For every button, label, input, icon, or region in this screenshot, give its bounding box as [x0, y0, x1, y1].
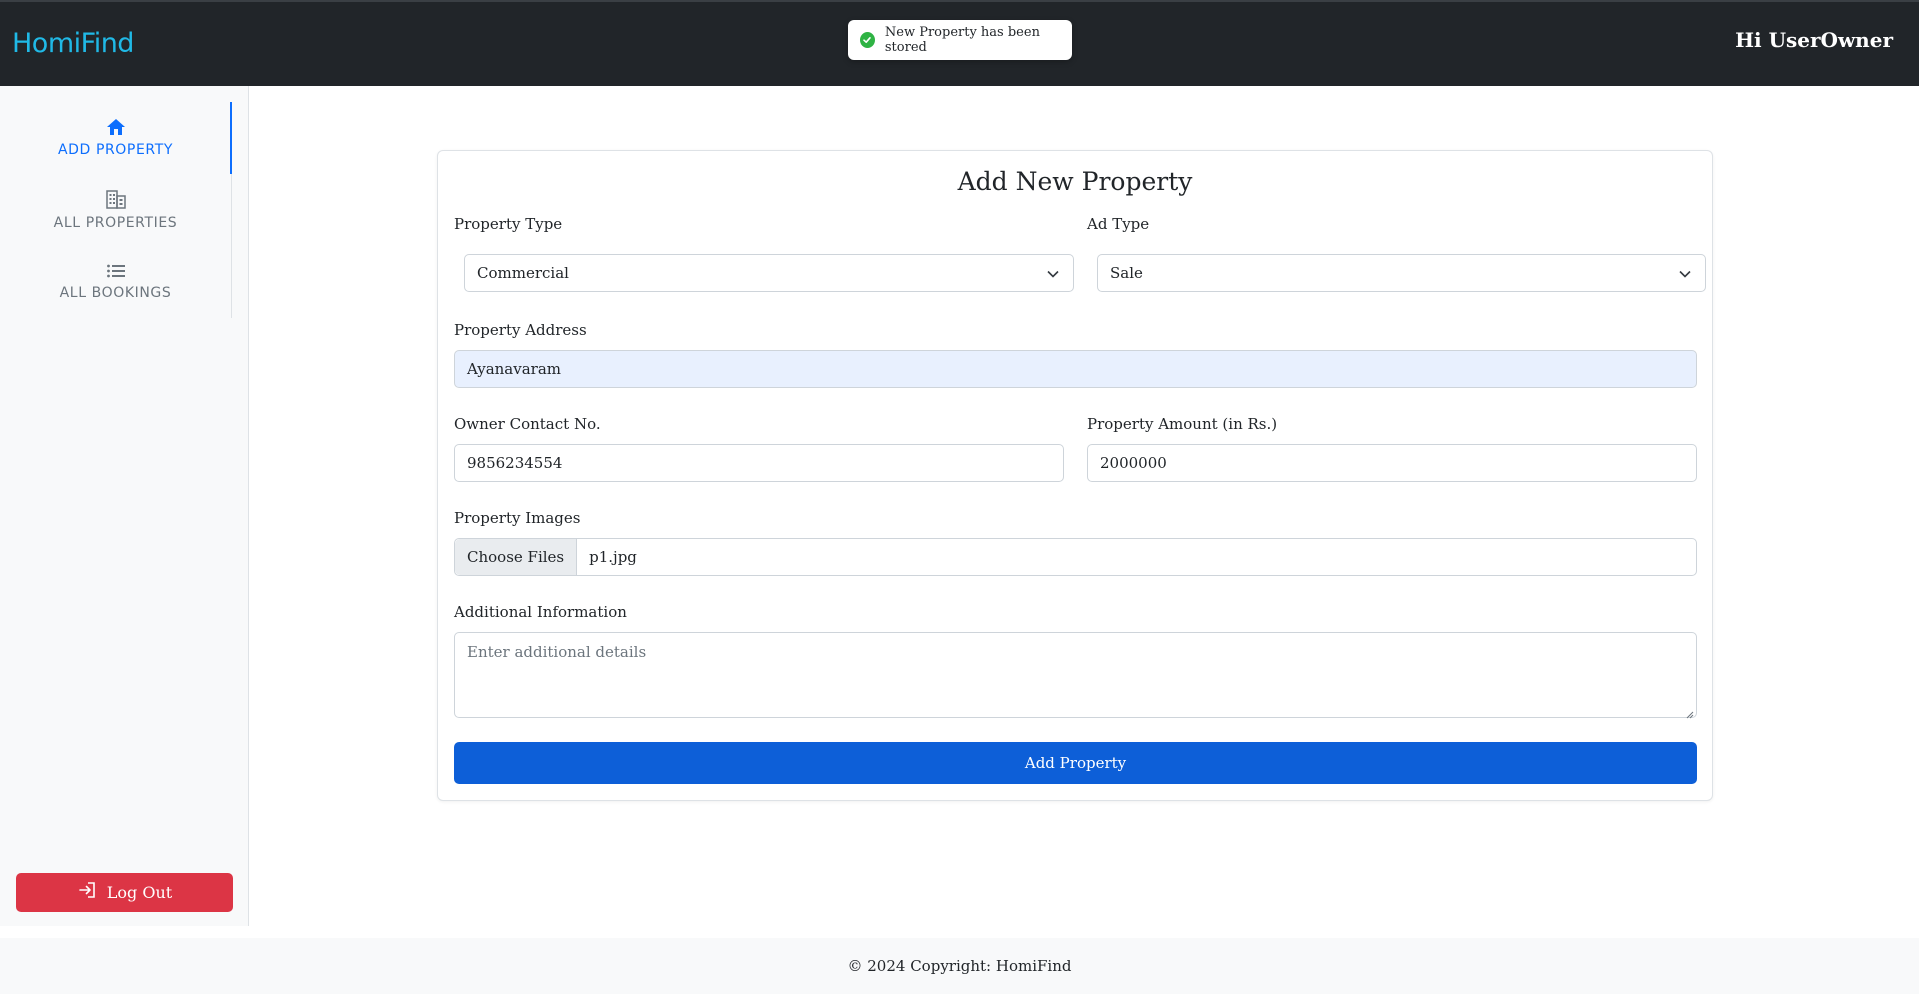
sidebar-item-add-property[interactable]: ADD PROPERTY [0, 102, 232, 174]
add-property-form: Add New Property Property Type Commercia… [437, 150, 1713, 801]
additional-info-textarea[interactable]: Enter additional details [454, 632, 1697, 719]
property-type-select[interactable]: Commercial [464, 254, 1074, 292]
add-property-button[interactable]: Add Property [454, 742, 1697, 784]
user-greeting: Hi UserOwner [1735, 28, 1893, 52]
property-images-input[interactable]: Choose Files p1.jpg [454, 538, 1697, 576]
chevron-down-icon [1047, 264, 1059, 282]
choose-files-button[interactable]: Choose Files [455, 539, 578, 575]
copyright-text: © 2024 Copyright: HomiFind [847, 957, 1072, 975]
additional-info-label: Additional Information [454, 603, 627, 621]
sidebar-item-all-bookings[interactable]: ALL BOOKINGS [0, 246, 231, 318]
home-icon [106, 118, 126, 136]
property-address-label: Property Address [454, 321, 587, 339]
footer: © 2024 Copyright: HomiFind [0, 938, 1919, 994]
sidebar-item-all-properties[interactable]: ALL PROPERTIES [0, 174, 231, 246]
building-icon [105, 189, 127, 209]
sidebar-item-label: ALL BOOKINGS [59, 285, 172, 301]
property-images-label: Property Images [454, 509, 581, 527]
owner-contact-input[interactable]: 9856234554 [454, 444, 1064, 482]
ad-type-value: Sale [1110, 264, 1143, 282]
logout-button[interactable]: Log Out [16, 873, 233, 912]
ad-type-select[interactable]: Sale [1097, 254, 1706, 292]
selected-file-name: p1.jpg [589, 548, 637, 566]
property-amount-label: Property Amount (in Rs.) [1087, 415, 1278, 433]
property-type-value: Commercial [477, 264, 569, 282]
sidebar-item-label: ALL PROPERTIES [53, 215, 178, 231]
additional-info-placeholder: Enter additional details [467, 643, 647, 661]
owner-contact-label: Owner Contact No. [454, 415, 601, 433]
property-type-label: Property Type [454, 215, 563, 233]
top-navbar: HomiFind New Property has been stored Hi… [0, 0, 1919, 86]
sidebar-nav: ADD PROPERTY ALL PROPERTIES ALL BOOKINGS [0, 102, 232, 318]
chevron-down-icon [1679, 264, 1691, 282]
logout-label: Log Out [106, 883, 173, 902]
ad-type-label: Ad Type [1087, 215, 1150, 233]
brand-logo[interactable]: HomiFind [12, 28, 134, 59]
check-circle-icon [860, 32, 875, 48]
property-amount-input[interactable]: 2000000 [1087, 444, 1697, 482]
success-toast: New Property has been stored [848, 20, 1072, 60]
list-icon [106, 263, 126, 279]
page-title: Add New Property [957, 167, 1193, 196]
sidebar-item-label: ADD PROPERTY [57, 142, 174, 158]
logout-icon [77, 880, 97, 905]
toast-message: New Property has been stored [884, 25, 1040, 55]
property-address-input[interactable]: Ayanavaram [454, 350, 1697, 388]
resize-handle-icon[interactable] [1684, 705, 1694, 719]
sidebar: ADD PROPERTY ALL PROPERTIES ALL BOOKINGS… [0, 86, 249, 926]
